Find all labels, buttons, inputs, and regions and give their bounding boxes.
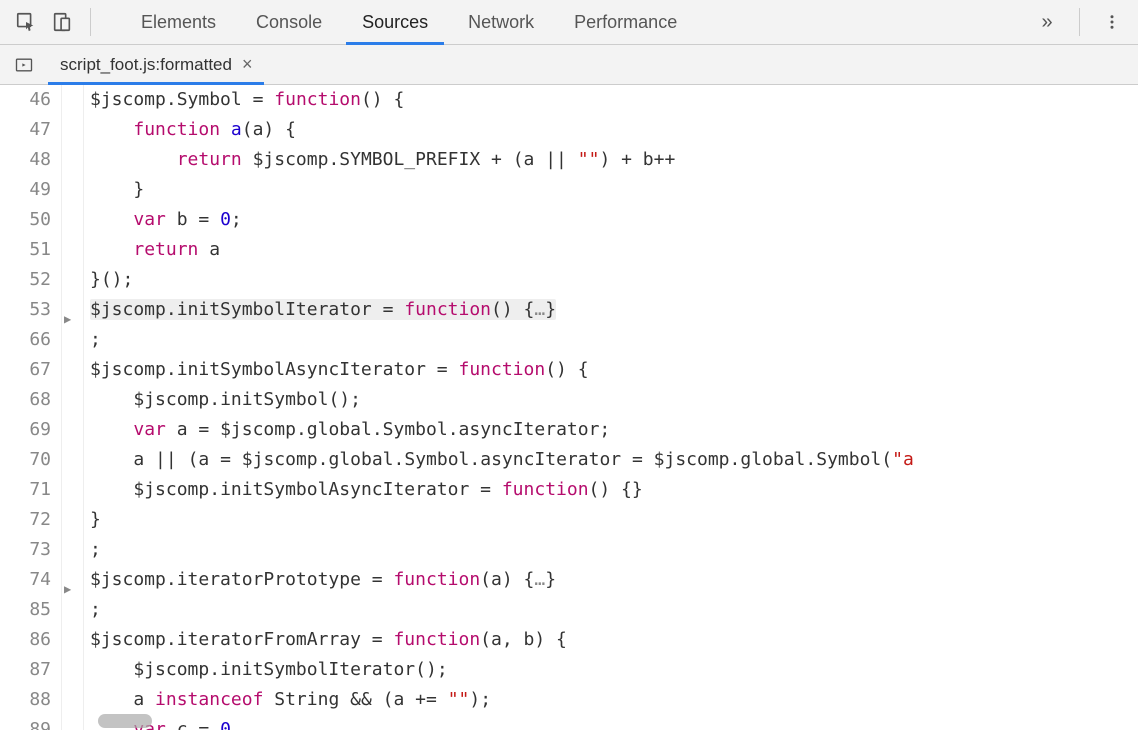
line-number[interactable]: 88 [0,685,51,715]
code-line[interactable]: $jscomp.initSymbolAsyncIterator = functi… [90,355,1138,385]
code-line[interactable]: } [90,175,1138,205]
separator [1079,8,1080,36]
code-line[interactable]: ; [90,595,1138,625]
fold-ellipsis[interactable]: … [534,569,545,590]
line-number[interactable]: 70 [0,445,51,475]
code-line[interactable]: ; [90,325,1138,355]
code-line[interactable]: a || (a = $jscomp.global.Symbol.asyncIte… [90,445,1138,475]
line-number[interactable]: 50 [0,205,51,235]
tab-sources[interactable]: Sources [342,0,448,44]
fold-arrow-icon[interactable]: ▶ [64,304,71,334]
code-line[interactable]: var b = 0; [90,205,1138,235]
line-number[interactable]: 67 [0,355,51,385]
file-tab-label: script_foot.js:formatted [60,55,232,75]
inspect-element-icon[interactable] [8,4,44,40]
line-number[interactable]: 66 [0,325,51,355]
code-line[interactable]: } [90,505,1138,535]
fold-gutter: ▶▶ [62,85,84,730]
line-number[interactable]: 68 [0,385,51,415]
code-line[interactable]: var c = 0 [90,715,1138,730]
code-line[interactable]: $jscomp.iteratorPrototype = function(a) … [90,565,1138,595]
separator [90,8,91,36]
line-number[interactable]: 53 [0,295,51,325]
code-line[interactable]: var a = $jscomp.global.Symbol.asyncItera… [90,415,1138,445]
tab-elements[interactable]: Elements [121,0,236,44]
line-number[interactable]: 71 [0,475,51,505]
code-line[interactable]: $jscomp.initSymbol(); [90,385,1138,415]
tab-network[interactable]: Network [448,0,554,44]
code-line[interactable]: function a(a) { [90,115,1138,145]
line-number[interactable]: 89 [0,715,51,730]
line-number-gutter: 4647484950515253666768697071727374858687… [0,85,62,730]
code-content[interactable]: $jscomp.Symbol = function() { function a… [84,85,1138,730]
overflow-tabs-button[interactable]: » [1029,4,1065,40]
device-toolbar-icon[interactable] [44,4,80,40]
line-number[interactable]: 86 [0,625,51,655]
code-line[interactable]: $jscomp.initSymbolIterator = function() … [90,295,1138,325]
devtools-toolbar: ElementsConsoleSourcesNetworkPerformance… [0,0,1138,45]
line-number[interactable]: 85 [0,595,51,625]
line-number[interactable]: 47 [0,115,51,145]
code-line[interactable]: return a [90,235,1138,265]
close-icon[interactable]: × [242,54,253,75]
line-number[interactable]: 74 [0,565,51,595]
line-number[interactable]: 48 [0,145,51,175]
code-line[interactable]: }(); [90,265,1138,295]
file-tab[interactable]: script_foot.js:formatted × [48,45,264,84]
line-number[interactable]: 69 [0,415,51,445]
code-line[interactable]: ; [90,535,1138,565]
tab-performance[interactable]: Performance [554,0,697,44]
line-number[interactable]: 51 [0,235,51,265]
horizontal-scrollbar-thumb[interactable] [98,714,152,728]
code-line[interactable]: a instanceof String && (a += ""); [90,685,1138,715]
code-line[interactable]: $jscomp.Symbol = function() { [90,85,1138,115]
line-number[interactable]: 49 [0,175,51,205]
code-editor[interactable]: 4647484950515253666768697071727374858687… [0,85,1138,730]
line-number[interactable]: 46 [0,85,51,115]
line-number[interactable]: 52 [0,265,51,295]
navigator-toggle-icon[interactable] [8,49,40,81]
code-line[interactable]: $jscomp.iteratorFromArray = function(a, … [90,625,1138,655]
line-number[interactable]: 72 [0,505,51,535]
fold-arrow-icon[interactable]: ▶ [64,574,71,604]
sources-subbar: script_foot.js:formatted × [0,45,1138,85]
code-line[interactable]: return $jscomp.SYMBOL_PREFIX + (a || "")… [90,145,1138,175]
fold-ellipsis[interactable]: … [534,299,545,320]
panel-tabs: ElementsConsoleSourcesNetworkPerformance [121,0,1029,44]
line-number[interactable]: 87 [0,655,51,685]
code-line[interactable]: $jscomp.initSymbolIterator(); [90,655,1138,685]
tab-console[interactable]: Console [236,0,342,44]
kebab-menu-icon[interactable] [1094,4,1130,40]
code-line[interactable]: $jscomp.initSymbolAsyncIterator = functi… [90,475,1138,505]
line-number[interactable]: 73 [0,535,51,565]
